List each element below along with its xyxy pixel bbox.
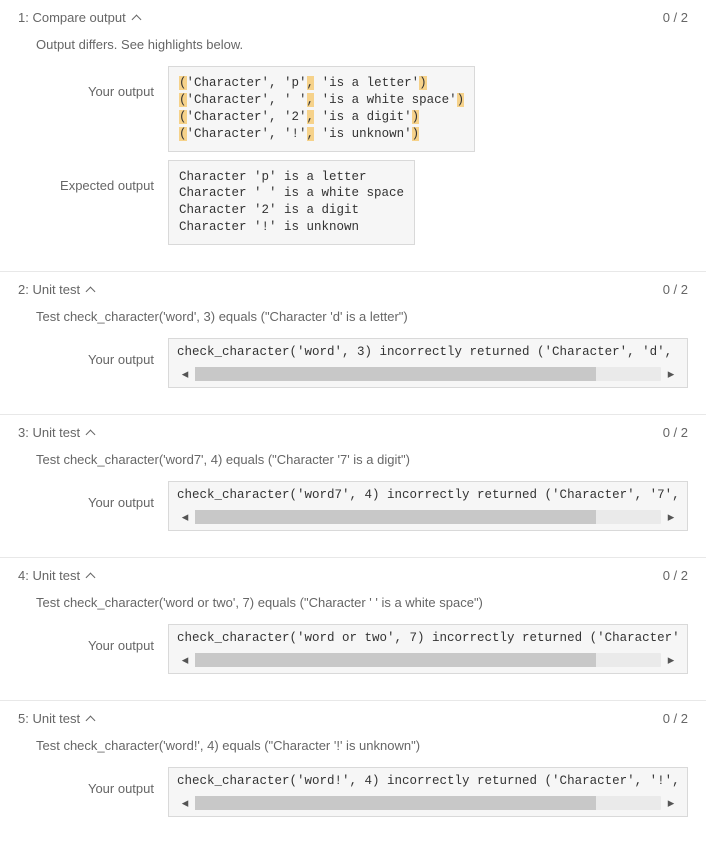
score: 0 / 2 [663,425,688,440]
output-row: Expected outputCharacter 'p' is a letter… [18,160,688,246]
test-section: 4: Unit test 0 / 2 Test check_character('w… [0,557,706,700]
your-output-box: ('Character', 'p', 'is a letter') ('Char… [168,66,475,152]
diff-highlight: , [307,127,315,141]
output-text: check_character('word or two', 7) incorr… [177,631,679,645]
test-section: 1: Compare output 0 / 2 Output differs. Se… [0,0,706,271]
section-header[interactable]: 3: Unit test 0 / 2 [18,425,688,440]
diff-highlight: ( [179,127,187,141]
horizontal-scrollbar[interactable]: ◂▸ [177,794,679,812]
row-label: Your output [18,624,168,653]
scrollbar-track[interactable] [195,510,661,524]
output-row: Your output check_character('word', 3) in… [18,338,688,388]
output-row: Your output check_character('word or two'… [18,624,688,674]
scroll-right-icon[interactable]: ▸ [663,366,679,382]
section-title: 3: Unit test [18,425,80,440]
test-section: 2: Unit test 0 / 2 Test check_character('w… [0,271,706,414]
your-output-box: check_character('word7', 4) incorrectly … [168,481,688,531]
scrollbar-track[interactable] [195,367,661,381]
scroll-left-icon[interactable]: ◂ [177,795,193,811]
row-label: Expected output [18,160,168,193]
score: 0 / 2 [663,568,688,583]
section-title: 2: Unit test [18,282,80,297]
diff-highlight: ( [179,93,187,107]
your-output-box: check_character('word or two', 7) incorr… [168,624,688,674]
diff-highlight: ) [412,127,420,141]
scroll-left-icon[interactable]: ◂ [177,652,193,668]
chevron-up-icon [86,714,96,724]
diff-highlight: , [307,93,315,107]
score: 0 / 2 [663,711,688,726]
score: 0 / 2 [663,10,688,25]
test-section: 3: Unit test 0 / 2 Test check_character('w… [0,414,706,557]
chevron-up-icon [86,285,96,295]
output-text: check_character('word7', 4) incorrectly … [177,488,679,502]
row-label: Your output [18,481,168,510]
scroll-left-icon[interactable]: ◂ [177,366,193,382]
output-row: Your output check_character('word7', 4) i… [18,481,688,531]
output-row: Your output('Character', 'p', 'is a lett… [18,66,688,152]
section-title: 1: Compare output [18,10,126,25]
row-label: Your output [18,767,168,796]
diff-highlight: ) [412,110,420,124]
scroll-right-icon[interactable]: ▸ [663,509,679,525]
chevron-up-icon [86,571,96,581]
output-text: check_character('word!', 4) incorrectly … [177,774,679,788]
scrollbar-track[interactable] [195,653,661,667]
horizontal-scrollbar[interactable]: ◂▸ [177,651,679,669]
section-header[interactable]: 1: Compare output 0 / 2 [18,10,688,25]
section-title: 4: Unit test [18,568,80,583]
section-subtitle: Output differs. See highlights below. [36,37,688,52]
chevron-up-icon [132,13,142,23]
chevron-up-icon [86,428,96,438]
score: 0 / 2 [663,282,688,297]
expected-output-box: Character 'p' is a letter Character ' ' … [168,160,415,246]
section-title: 5: Unit test [18,711,80,726]
test-section: 5: Unit test 0 / 2 Test check_character('w… [0,700,706,843]
scrollbar-thumb[interactable] [195,796,596,810]
scrollbar-thumb[interactable] [195,510,596,524]
scrollbar-thumb[interactable] [195,367,596,381]
scrollbar-thumb[interactable] [195,653,596,667]
scroll-right-icon[interactable]: ▸ [663,795,679,811]
section-subtitle: Test check_character('word!', 4) equals … [36,738,688,753]
row-label: Your output [18,66,168,99]
section-subtitle: Test check_character('word', 3) equals (… [36,309,688,324]
diff-highlight: , [307,76,315,90]
scrollbar-track[interactable] [195,796,661,810]
diff-highlight: ) [419,76,427,90]
output-row: Your output check_character('word!', 4) i… [18,767,688,817]
horizontal-scrollbar[interactable]: ◂▸ [177,365,679,383]
diff-highlight: ( [179,110,187,124]
section-subtitle: Test check_character('word or two', 7) e… [36,595,688,610]
diff-highlight: ( [179,76,187,90]
output-text: check_character('word', 3) incorrectly r… [177,345,679,359]
section-subtitle: Test check_character('word7', 4) equals … [36,452,688,467]
your-output-box: check_character('word!', 4) incorrectly … [168,767,688,817]
horizontal-scrollbar[interactable]: ◂▸ [177,508,679,526]
diff-highlight: , [307,110,315,124]
scroll-left-icon[interactable]: ◂ [177,509,193,525]
row-label: Your output [18,338,168,367]
your-output-box: check_character('word', 3) incorrectly r… [168,338,688,388]
section-header[interactable]: 4: Unit test 0 / 2 [18,568,688,583]
section-header[interactable]: 2: Unit test 0 / 2 [18,282,688,297]
diff-highlight: ) [457,93,465,107]
scroll-right-icon[interactable]: ▸ [663,652,679,668]
section-header[interactable]: 5: Unit test 0 / 2 [18,711,688,726]
